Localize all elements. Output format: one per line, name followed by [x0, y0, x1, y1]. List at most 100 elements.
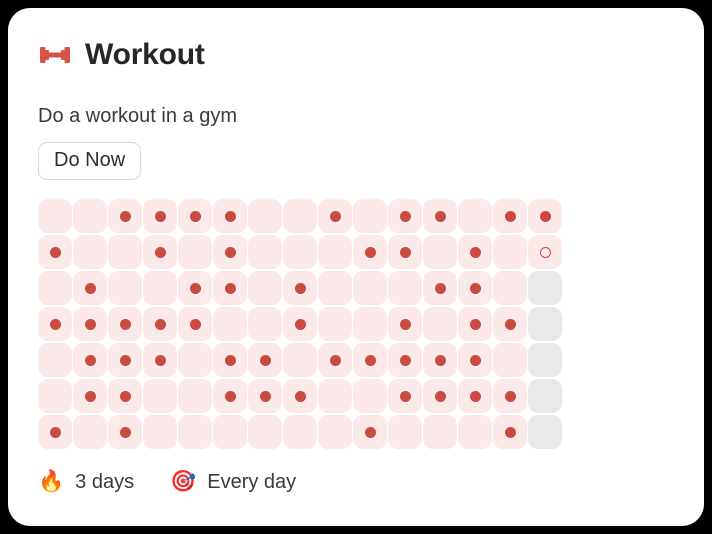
heatmap-cell[interactable]: [423, 235, 457, 269]
heatmap-cell[interactable]: [108, 199, 142, 233]
heatmap-cell[interactable]: [73, 415, 107, 449]
heatmap-cell[interactable]: [388, 199, 422, 233]
heatmap-cell[interactable]: [528, 235, 562, 269]
heatmap-cell[interactable]: [108, 271, 142, 305]
heatmap-cell[interactable]: [213, 343, 247, 377]
heatmap-cell[interactable]: [318, 415, 352, 449]
heatmap-cell[interactable]: [353, 307, 387, 341]
heatmap-cell[interactable]: [213, 307, 247, 341]
heatmap-cell[interactable]: [38, 307, 72, 341]
heatmap-cell[interactable]: [458, 415, 492, 449]
heatmap-cell[interactable]: [353, 343, 387, 377]
heatmap-cell[interactable]: [108, 379, 142, 413]
heatmap-cell[interactable]: [318, 343, 352, 377]
heatmap-cell[interactable]: [493, 343, 527, 377]
heatmap-cell[interactable]: [353, 415, 387, 449]
heatmap-cell[interactable]: [213, 271, 247, 305]
heatmap-cell[interactable]: [423, 307, 457, 341]
heatmap-cell[interactable]: [528, 271, 562, 305]
heatmap-cell[interactable]: [353, 199, 387, 233]
heatmap-cell[interactable]: [248, 199, 282, 233]
heatmap-cell[interactable]: [528, 379, 562, 413]
heatmap-cell[interactable]: [108, 307, 142, 341]
heatmap-cell[interactable]: [283, 415, 317, 449]
heatmap-cell[interactable]: [143, 235, 177, 269]
heatmap-cell[interactable]: [248, 271, 282, 305]
heatmap-cell[interactable]: [178, 271, 212, 305]
heatmap-cell[interactable]: [388, 379, 422, 413]
heatmap-cell[interactable]: [353, 235, 387, 269]
heatmap-cell[interactable]: [283, 199, 317, 233]
heatmap-cell[interactable]: [528, 343, 562, 377]
heatmap-cell[interactable]: [493, 199, 527, 233]
heatmap-cell[interactable]: [458, 235, 492, 269]
heatmap-cell[interactable]: [318, 307, 352, 341]
heatmap-cell[interactable]: [458, 379, 492, 413]
heatmap-cell[interactable]: [73, 343, 107, 377]
heatmap-cell[interactable]: [143, 343, 177, 377]
heatmap-cell[interactable]: [73, 307, 107, 341]
heatmap-cell[interactable]: [213, 415, 247, 449]
heatmap-cell[interactable]: [178, 415, 212, 449]
heatmap-cell[interactable]: [388, 271, 422, 305]
heatmap-cell[interactable]: [108, 343, 142, 377]
heatmap-cell[interactable]: [108, 415, 142, 449]
heatmap-cell[interactable]: [108, 235, 142, 269]
heatmap-cell[interactable]: [458, 343, 492, 377]
heatmap-cell[interactable]: [178, 199, 212, 233]
heatmap-cell[interactable]: [493, 307, 527, 341]
heatmap-cell[interactable]: [38, 343, 72, 377]
heatmap-cell[interactable]: [143, 199, 177, 233]
heatmap-cell[interactable]: [528, 415, 562, 449]
heatmap-cell[interactable]: [423, 379, 457, 413]
heatmap-cell[interactable]: [423, 343, 457, 377]
heatmap-cell[interactable]: [528, 307, 562, 341]
heatmap-cell[interactable]: [283, 343, 317, 377]
heatmap-cell[interactable]: [318, 379, 352, 413]
heatmap-cell[interactable]: [493, 271, 527, 305]
heatmap-cell[interactable]: [248, 415, 282, 449]
heatmap-cell[interactable]: [423, 271, 457, 305]
heatmap-cell[interactable]: [388, 343, 422, 377]
heatmap-cell[interactable]: [353, 271, 387, 305]
heatmap-cell[interactable]: [248, 235, 282, 269]
do-now-button[interactable]: Do Now: [38, 142, 142, 180]
heatmap-cell[interactable]: [178, 343, 212, 377]
heatmap-cell[interactable]: [143, 415, 177, 449]
heatmap-cell[interactable]: [248, 307, 282, 341]
heatmap-cell[interactable]: [283, 379, 317, 413]
heatmap-cell[interactable]: [493, 415, 527, 449]
heatmap-cell[interactable]: [213, 379, 247, 413]
heatmap-cell[interactable]: [178, 379, 212, 413]
heatmap-cell[interactable]: [458, 271, 492, 305]
heatmap-cell[interactable]: [38, 235, 72, 269]
heatmap-cell[interactable]: [318, 271, 352, 305]
heatmap-cell[interactable]: [143, 379, 177, 413]
heatmap-cell[interactable]: [283, 271, 317, 305]
heatmap-cell[interactable]: [178, 307, 212, 341]
heatmap-cell[interactable]: [73, 199, 107, 233]
heatmap-cell[interactable]: [283, 235, 317, 269]
heatmap-cell[interactable]: [143, 307, 177, 341]
heatmap-cell[interactable]: [458, 307, 492, 341]
heatmap-cell[interactable]: [178, 235, 212, 269]
heatmap-cell[interactable]: [38, 271, 72, 305]
heatmap-cell[interactable]: [528, 199, 562, 233]
heatmap-cell[interactable]: [213, 199, 247, 233]
heatmap-cell[interactable]: [388, 415, 422, 449]
heatmap-cell[interactable]: [283, 307, 317, 341]
heatmap-cell[interactable]: [318, 199, 352, 233]
heatmap-cell[interactable]: [423, 415, 457, 449]
heatmap-cell[interactable]: [73, 271, 107, 305]
heatmap-cell[interactable]: [493, 379, 527, 413]
heatmap-cell[interactable]: [493, 235, 527, 269]
heatmap-cell[interactable]: [388, 307, 422, 341]
heatmap-cell[interactable]: [73, 235, 107, 269]
heatmap-cell[interactable]: [213, 235, 247, 269]
heatmap-cell[interactable]: [38, 379, 72, 413]
heatmap-cell[interactable]: [423, 199, 457, 233]
heatmap-cell[interactable]: [388, 235, 422, 269]
heatmap-cell[interactable]: [248, 343, 282, 377]
heatmap-cell[interactable]: [38, 415, 72, 449]
heatmap-cell[interactable]: [143, 271, 177, 305]
